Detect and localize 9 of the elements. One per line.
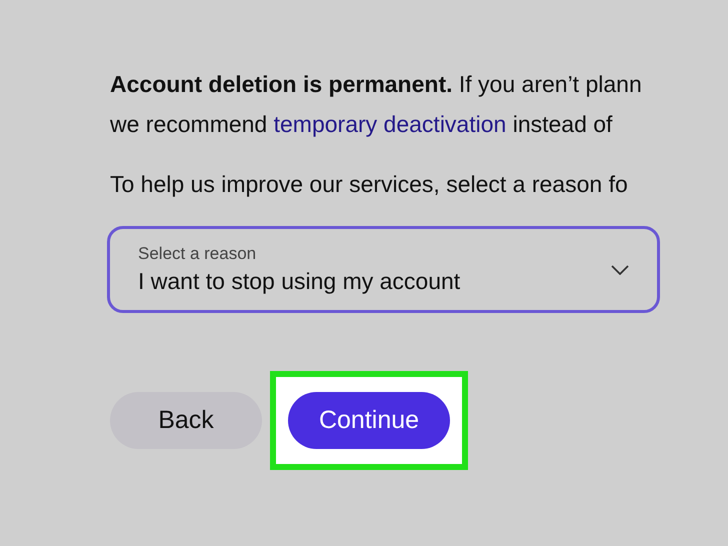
deactivation-link[interactable]: temporary deactivation — [274, 111, 506, 137]
reason-prompt: To help us improve our services, select a reason fo — [110, 170, 629, 199]
dropdown-value: I want to stop using my account — [138, 268, 460, 295]
dropdown-label: Select a reason — [138, 244, 258, 264]
continue-button[interactable]: Continue — [288, 392, 450, 449]
deletion-notice: Account deletion is permanent. If you aren’t plann we recommend temporary deactivation instead of — [110, 70, 643, 139]
reason-dropdown[interactable]: Select a reason I want to stop using my account — [107, 226, 660, 313]
back-button[interactable]: Back — [110, 392, 262, 449]
chevron-down-icon — [611, 264, 629, 274]
